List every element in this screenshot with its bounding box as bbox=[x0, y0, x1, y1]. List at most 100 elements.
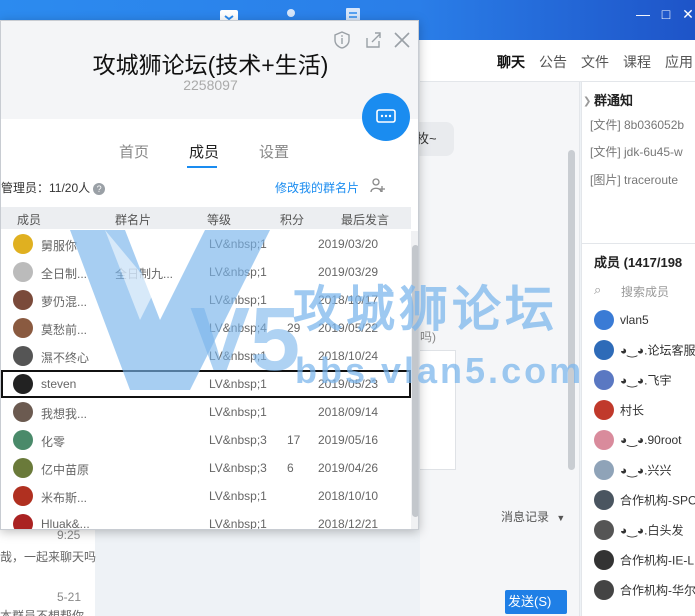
close-icon[interactable] bbox=[391, 30, 413, 52]
member-name: ◕‿◕.兴兴 bbox=[620, 463, 672, 478]
member-list-item[interactable]: ◕‿◕.飞宇 bbox=[594, 370, 671, 394]
col-points[interactable]: 积分 bbox=[280, 211, 304, 228]
history-label: 消息记录 bbox=[501, 510, 550, 524]
admin-info: 管理员：11/20人? bbox=[1, 179, 106, 196]
member-search-input[interactable]: 搜索成员 bbox=[621, 283, 669, 300]
member-name: 村长 bbox=[620, 403, 645, 418]
member-level: LV&nbsp;1 bbox=[209, 265, 267, 279]
members-table-header: 成员 群名片 等级 积分 最后发言 bbox=[1, 207, 411, 229]
col-member[interactable]: 成员 bbox=[17, 211, 41, 228]
info-icon[interactable] bbox=[331, 30, 353, 52]
tab-announcement[interactable]: 公告 bbox=[539, 52, 567, 72]
member-level: LV&nbsp;4 bbox=[209, 321, 267, 335]
member-level: LV&nbsp;1 bbox=[209, 237, 267, 251]
avatar[interactable] bbox=[13, 514, 33, 529]
member-list-item[interactable]: 合作机构-SPO bbox=[594, 490, 695, 514]
edit-card-link[interactable]: 修改我的群名片 bbox=[275, 179, 359, 196]
member-list-item[interactable]: ◕‿◕.论坛客服 bbox=[594, 340, 695, 364]
tab-apps[interactable]: 应用 bbox=[665, 52, 693, 72]
member-list-item[interactable]: ◕‿◕.兴兴 bbox=[594, 460, 671, 484]
notice-title: 群通知 bbox=[594, 93, 634, 108]
chat-scrollbar[interactable] bbox=[568, 150, 575, 470]
avatar bbox=[594, 490, 614, 510]
col-level[interactable]: 等级 bbox=[207, 211, 231, 228]
conversation-time: 5-21 bbox=[57, 590, 82, 604]
avatar[interactable] bbox=[13, 458, 33, 478]
member-list-item[interactable]: 合作机构-华尔 bbox=[594, 580, 695, 604]
tab-settings[interactable]: 设置 bbox=[259, 141, 289, 162]
member-card: 全日制九... bbox=[115, 267, 174, 281]
member-name: Hluak&... bbox=[41, 517, 90, 530]
table-row[interactable]: 舅服你 LV&nbsp;1 2019/03/20 bbox=[1, 230, 411, 258]
watermark-text: 攻城狮论坛 bbox=[293, 283, 559, 337]
avatar bbox=[594, 340, 614, 360]
avatar bbox=[594, 430, 614, 450]
avatar[interactable] bbox=[13, 374, 33, 394]
member-list-item[interactable]: vlan5 bbox=[594, 310, 649, 334]
avatar[interactable] bbox=[13, 234, 33, 254]
tab-courses[interactable]: 课程 bbox=[623, 52, 651, 72]
notice-item[interactable]: [图片] traceroute bbox=[590, 171, 678, 188]
active-tab-indicator bbox=[187, 166, 217, 168]
tab-members[interactable]: 成员 bbox=[189, 141, 219, 162]
member-name: 舅服你 bbox=[41, 239, 78, 253]
avatar bbox=[594, 310, 614, 330]
table-row[interactable]: Hluak&... LV&nbsp;1 2018/12/21 bbox=[1, 510, 411, 530]
avatar[interactable] bbox=[13, 346, 33, 366]
avatar[interactable] bbox=[13, 402, 33, 422]
avatar bbox=[594, 400, 614, 420]
avatar bbox=[594, 460, 614, 480]
history-button[interactable]: 消息记录 ▼ bbox=[501, 508, 565, 525]
table-row[interactable]: 我想我... LV&nbsp;1 2018/09/14 bbox=[1, 398, 411, 426]
member-level: LV&nbsp;1 bbox=[209, 293, 267, 307]
member-name: 濕不终心 bbox=[41, 351, 90, 365]
member-name: steven bbox=[41, 377, 77, 391]
share-icon[interactable] bbox=[362, 30, 384, 52]
tab-chat[interactable]: 聊天 bbox=[497, 52, 525, 72]
member-level: LV&nbsp;3 bbox=[209, 433, 267, 447]
avatar[interactable] bbox=[13, 486, 33, 506]
group-id: 2258097 bbox=[183, 77, 238, 93]
conversation-preview: 哉，一起来聊天吗 bbox=[0, 550, 97, 564]
send-button[interactable]: 发送(S) ▼ bbox=[505, 590, 567, 614]
close-window-icon[interactable]: ✕ bbox=[677, 6, 695, 23]
col-card[interactable]: 群名片 bbox=[115, 211, 151, 228]
member-last-spoke: 2018/12/21 bbox=[318, 517, 379, 530]
notice-item[interactable]: [文件] jdk-6u45-w bbox=[590, 143, 683, 160]
member-name: 米布斯... bbox=[41, 491, 88, 505]
open-chat-icon[interactable] bbox=[362, 93, 410, 141]
add-member-icon[interactable] bbox=[369, 177, 387, 195]
notice-item[interactable]: [文件] 8b036052b bbox=[590, 116, 684, 133]
table-row[interactable]: 亿中苗原 LV&nbsp;3 6 2019/04/26 bbox=[1, 454, 411, 482]
member-last-spoke: 2019/03/20 bbox=[318, 237, 379, 251]
divider bbox=[581, 243, 695, 244]
minimize-icon[interactable]: — bbox=[632, 6, 654, 22]
member-list-item[interactable]: ◕‿◕.白头发 bbox=[594, 520, 683, 544]
avatar[interactable] bbox=[13, 262, 33, 282]
avatar[interactable] bbox=[13, 290, 33, 310]
avatar[interactable] bbox=[13, 318, 33, 338]
chat-area bbox=[420, 82, 580, 616]
table-row[interactable]: 化零 LV&nbsp;3 17 2019/05/16 bbox=[1, 426, 411, 454]
restore-icon[interactable]: □ bbox=[655, 6, 677, 22]
tab-files[interactable]: 文件 bbox=[581, 52, 609, 72]
member-points: 17 bbox=[287, 433, 301, 447]
admin-count: 管理员：11/20人 bbox=[1, 181, 91, 195]
member-list-item[interactable]: ◕‿◕.90root bbox=[594, 430, 682, 454]
member-level: LV&nbsp;1 bbox=[209, 517, 267, 530]
member-level: LV&nbsp;1 bbox=[209, 377, 267, 391]
member-name: 亿中苗原 bbox=[41, 463, 90, 477]
member-list-item[interactable]: 村长 bbox=[594, 400, 644, 424]
member-name: 莫愁前... bbox=[41, 323, 88, 337]
table-row[interactable]: 米布斯... LV&nbsp;1 2018/10/10 bbox=[1, 482, 411, 510]
collapse-chevron-icon[interactable]: ❯ bbox=[583, 96, 591, 107]
member-name: ◕‿◕.论坛客服 bbox=[620, 343, 695, 358]
help-icon[interactable]: ? bbox=[93, 182, 106, 195]
col-last-spoke[interactable]: 最后发言 bbox=[341, 211, 389, 228]
member-level: LV&nbsp;1 bbox=[209, 489, 267, 503]
member-list-item[interactable]: 合作机构-IE-L bbox=[594, 550, 694, 574]
member-name: ◕‿◕.90root bbox=[620, 433, 682, 447]
tab-home[interactable]: 首页 bbox=[119, 141, 149, 162]
avatar[interactable] bbox=[13, 430, 33, 450]
avatar bbox=[594, 580, 614, 600]
